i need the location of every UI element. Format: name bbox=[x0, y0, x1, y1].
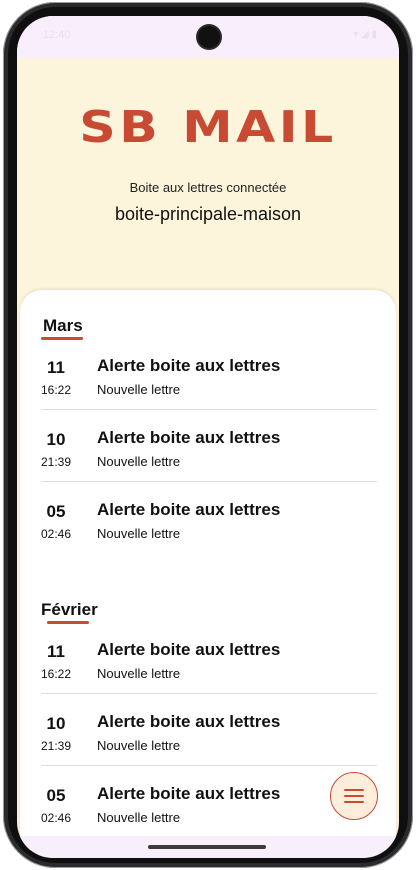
alert-time: 02:46 bbox=[40, 527, 72, 541]
alert-day: 11 bbox=[47, 358, 65, 377]
navigation-bar bbox=[17, 836, 399, 858]
status-icons: ▾ ◢ ▮ bbox=[353, 29, 377, 40]
alert-title: Alerte boite aux lettres bbox=[97, 428, 281, 447]
section-title-mars: Mars bbox=[43, 316, 83, 335]
list-item[interactable]: 10 21:39 Alerte boite aux lettres Nouvel… bbox=[41, 410, 377, 482]
alert-title: Alerte boite aux lettres bbox=[97, 356, 281, 375]
alert-subtitle: Nouvelle lettre bbox=[97, 666, 181, 681]
alert-subtitle: Nouvelle lettre bbox=[97, 738, 181, 753]
list-item[interactable]: 11 16:22 Alerte boite aux lettres Nouvel… bbox=[41, 338, 377, 410]
alert-time: 16:22 bbox=[40, 667, 72, 681]
mailbox-label: Boite aux lettres connectée bbox=[129, 180, 287, 195]
alert-day: 10 bbox=[46, 430, 66, 449]
list-item[interactable]: 05 02:46 Alerte boite aux lettres Nouvel… bbox=[41, 766, 377, 838]
alert-title: Alerte boite aux lettres bbox=[97, 640, 281, 659]
alert-time: 21:39 bbox=[40, 739, 72, 753]
app-screen: 12:40 ▾ ◢ ▮ SB MAIL Boite aux lettres co… bbox=[17, 16, 399, 858]
alert-subtitle: Nouvelle lettre bbox=[97, 810, 181, 825]
app-header: SB MAIL Boite aux lettres connectée boit… bbox=[17, 58, 399, 308]
menu-button[interactable] bbox=[330, 772, 378, 820]
alert-title: Alerte boite aux lettres bbox=[97, 500, 281, 519]
list-item[interactable]: 05 02:46 Alerte boite aux lettres Nouvel… bbox=[41, 482, 377, 554]
alert-subtitle: Nouvelle lettre bbox=[97, 526, 181, 541]
alert-time: 16:22 bbox=[40, 383, 72, 397]
alert-title: Alerte boite aux lettres bbox=[97, 712, 281, 731]
alert-time: 21:39 bbox=[40, 455, 72, 469]
alert-subtitle: Nouvelle lettre bbox=[97, 454, 181, 469]
list-item[interactable]: 10 21:39 Alerte boite aux lettres Nouvel… bbox=[41, 694, 377, 766]
alert-subtitle: Nouvelle lettre bbox=[97, 382, 181, 397]
mailbox-name: boite-principale-maison bbox=[114, 204, 302, 224]
app-logo: SB MAIL bbox=[79, 102, 337, 153]
camera-icon bbox=[198, 26, 220, 48]
list-item[interactable]: 11 16:22 Alerte boite aux lettres Nouvel… bbox=[41, 622, 377, 694]
alert-day: 11 bbox=[47, 642, 65, 661]
alert-day: 10 bbox=[46, 714, 66, 733]
status-time: 12:40 bbox=[43, 29, 71, 41]
alert-list[interactable]: Mars 11 16:22 Alerte boite aux lettres N… bbox=[20, 290, 396, 850]
status-bar: 12:40 ▾ ◢ ▮ bbox=[17, 16, 399, 58]
alert-day: 05 bbox=[46, 502, 66, 521]
alert-time: 02:46 bbox=[40, 811, 72, 825]
section-title-fevrier: Février bbox=[41, 600, 98, 619]
home-indicator[interactable] bbox=[148, 845, 266, 849]
alert-title: Alerte boite aux lettres bbox=[97, 784, 281, 803]
alert-day: 05 bbox=[46, 786, 66, 805]
